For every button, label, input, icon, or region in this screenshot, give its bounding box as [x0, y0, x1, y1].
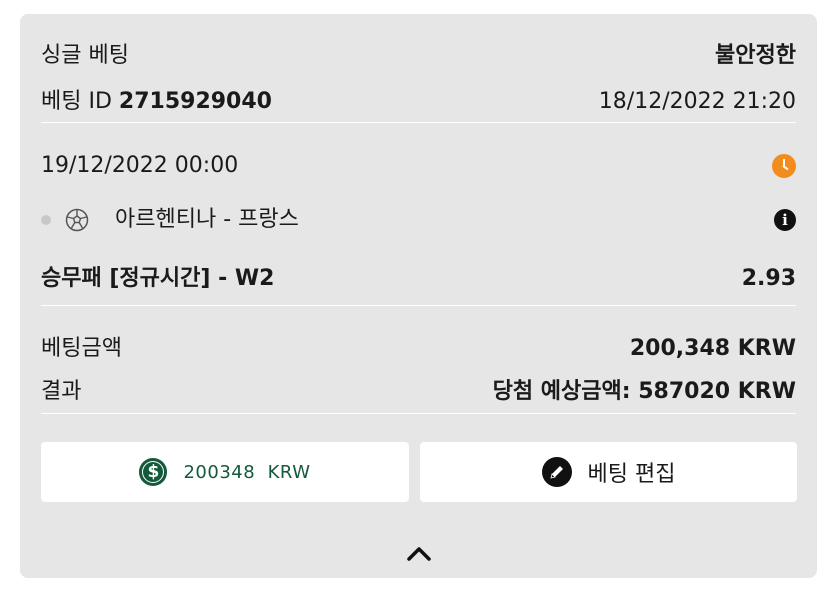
- clock-icon: [772, 154, 796, 178]
- bet-placed-time: 18/12/2022 21:20: [598, 89, 796, 114]
- edit-bet-label: 베팅 편집: [587, 462, 676, 487]
- match-name: 아르헨티나 - 프랑스: [115, 207, 299, 232]
- dollar-icon: $: [139, 458, 168, 486]
- bet-id-row: 베팅 ID 2715929040 18/12/2022 21:20: [41, 88, 796, 116]
- market-row: 승무패 [정규시간] - W2 2.93: [41, 265, 796, 293]
- bet-id-label: 베팅 ID: [41, 89, 112, 114]
- bet-id: 베팅 ID 2715929040: [41, 88, 272, 116]
- match-row: 아르헨티나 - 프랑스 i: [41, 206, 796, 234]
- event-date: 19/12/2022 00:00: [41, 153, 239, 178]
- edit-bet-button[interactable]: 베팅 편집: [420, 442, 797, 502]
- cashout-amount: 200348 KRW: [183, 461, 311, 483]
- soccer-ball-icon: [65, 208, 89, 232]
- bet-card: 싱글 베팅 불안정한 베팅 ID 2715929040 18/12/2022 2…: [20, 14, 817, 578]
- cashout-button[interactable]: $ 200348 KRW: [41, 442, 409, 502]
- odds-value: 2.93: [741, 266, 796, 291]
- divider: [41, 305, 796, 306]
- market-selection: 승무패 [정규시간] - W2: [41, 266, 275, 291]
- stake-value: 200,348 KRW: [629, 336, 796, 361]
- stake-row: 베팅금액 200,348 KRW: [41, 335, 796, 363]
- bet-header-row: 싱글 베팅 불안정한: [41, 42, 796, 70]
- divider: [41, 122, 796, 123]
- stake-label: 베팅금액: [41, 336, 122, 361]
- live-indicator-dot: [41, 215, 51, 225]
- pencil-icon: [541, 457, 572, 487]
- result-row: 결과 당첨 예상금액: 587020 KRW: [41, 378, 796, 406]
- info-icon[interactable]: i: [774, 209, 796, 231]
- potential-win-value: 당첨 예상금액: 587020 KRW: [492, 379, 796, 404]
- event-date-row: 19/12/2022 00:00: [41, 152, 796, 180]
- match-info: 아르헨티나 - 프랑스: [41, 206, 299, 234]
- divider: [41, 413, 796, 414]
- chevron-up-icon[interactable]: [406, 544, 432, 562]
- result-label: 결과: [41, 379, 82, 404]
- bet-type: 싱글 베팅: [41, 43, 129, 68]
- bet-status: 불안정한: [715, 43, 796, 68]
- bet-id-value: 2715929040: [118, 89, 272, 114]
